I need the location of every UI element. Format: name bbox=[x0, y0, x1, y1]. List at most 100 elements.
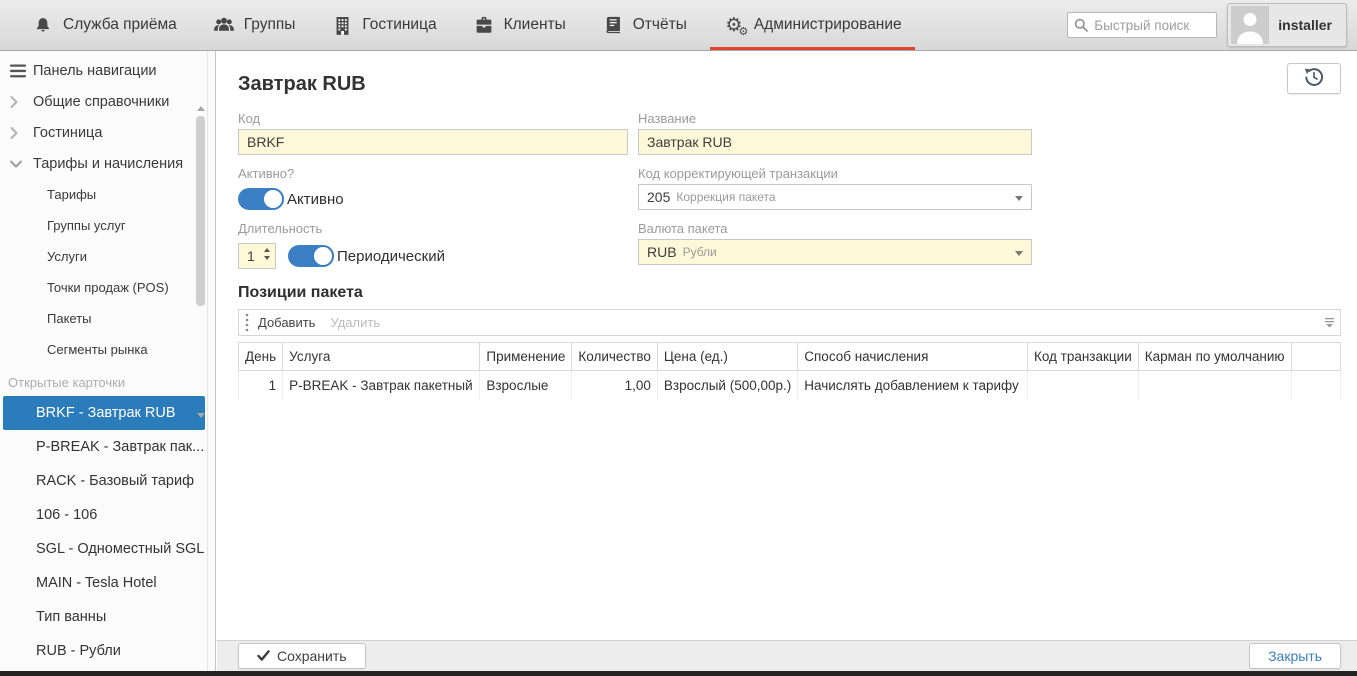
add-button[interactable]: Добавить bbox=[258, 315, 315, 330]
open-card-item[interactable]: P-BREAK - Завтрак пак... bbox=[0, 430, 215, 464]
tab-reception[interactable]: Служба приёма bbox=[14, 0, 195, 50]
code-field[interactable] bbox=[238, 129, 628, 155]
stepper-arrows[interactable] bbox=[264, 248, 270, 260]
remove-button[interactable]: Удалить bbox=[330, 315, 380, 330]
code-label: Код bbox=[238, 111, 628, 126]
name-field[interactable] bbox=[638, 129, 1032, 155]
active-label: Активно? bbox=[238, 166, 628, 181]
save-button-label: Сохранить bbox=[277, 648, 347, 664]
sidebar-item-label: Сегменты рынка bbox=[47, 342, 148, 357]
table-cell: Взрослый (500,00р.) bbox=[657, 371, 797, 401]
quick-search bbox=[1067, 12, 1217, 38]
tab-groups[interactable]: Группы bbox=[195, 0, 314, 50]
positions-table: ДеньУслугаПрименениеКоличествоЦена (ед.)… bbox=[238, 342, 1341, 400]
tab-label: Служба приёма bbox=[63, 16, 177, 34]
currency-select[interactable]: RUB Рубли bbox=[638, 239, 1032, 265]
positions-toolbar: Добавить Удалить bbox=[238, 309, 1341, 336]
sidebar-item-label: Общие справочники bbox=[33, 94, 169, 110]
sidebar-item[interactable]: Пакеты bbox=[0, 303, 215, 334]
tab-label: Администрирование bbox=[754, 16, 902, 34]
open-card-item[interactable]: BRKF - Завтрак RUB bbox=[3, 396, 205, 430]
duration-value: 1 bbox=[247, 248, 255, 264]
sidebar-item-label: Гостиница bbox=[33, 125, 102, 141]
table-cell bbox=[1138, 371, 1291, 401]
column-header[interactable] bbox=[1291, 343, 1340, 371]
active-toggle[interactable] bbox=[238, 188, 284, 210]
building-icon bbox=[331, 16, 353, 35]
tab-reports[interactable]: Отчёты bbox=[584, 0, 705, 50]
sidebar-item[interactable]: Панель навигации bbox=[0, 55, 215, 86]
search-input[interactable] bbox=[1067, 12, 1217, 38]
sidebar-item[interactable]: Группы услуг bbox=[0, 210, 215, 241]
column-header[interactable]: Способ начисления bbox=[798, 343, 1028, 371]
check-icon bbox=[257, 648, 270, 664]
correction-code-label: Код корректирующей транзакции bbox=[638, 166, 1032, 181]
active-toggle-label: Активно bbox=[287, 191, 344, 208]
sidebar-item[interactable]: Услуги bbox=[0, 241, 215, 272]
chevron-down-icon bbox=[1015, 251, 1023, 256]
sidebar-item[interactable]: Тарифы и начисления bbox=[0, 148, 215, 179]
sidebar-item[interactable]: Сегменты рынка bbox=[0, 334, 215, 365]
column-header[interactable]: Применение bbox=[480, 343, 572, 371]
currency-code-value: RUB bbox=[647, 244, 677, 260]
tab-clients[interactable]: Клиенты bbox=[455, 0, 584, 50]
currency-label: Валюта пакета bbox=[638, 221, 1032, 236]
open-card-item[interactable]: 106 - 106 bbox=[0, 498, 215, 532]
column-header[interactable]: Услуга bbox=[283, 343, 480, 371]
duration-label: Длительность bbox=[238, 221, 628, 236]
top-navigation-bar: Служба приёма Группы Гостиница КлиентыОтчёт… bbox=[0, 0, 1357, 51]
scroll-down-icon[interactable] bbox=[197, 413, 205, 418]
open-cards-list: BRKF - Завтрак RUBP-BREAK - Завтрак пак.… bbox=[0, 396, 215, 668]
history-button[interactable] bbox=[1287, 63, 1341, 94]
bell-icon bbox=[32, 16, 54, 35]
step-up-icon[interactable] bbox=[264, 248, 270, 252]
currency-desc: Рубли bbox=[683, 245, 717, 259]
topbar-right: installer bbox=[1067, 0, 1357, 50]
sidebar-item[interactable]: Гостиница bbox=[0, 117, 215, 148]
sidebar-item-label: Панель навигации bbox=[33, 63, 157, 79]
tab-label: Гостиница bbox=[362, 16, 436, 34]
close-button[interactable]: Закрыть bbox=[1249, 643, 1341, 669]
open-card-item[interactable]: Тип ванны bbox=[0, 600, 215, 634]
scroll-up-icon[interactable] bbox=[197, 106, 205, 111]
sidebar-item-label: Точки продаж (POS) bbox=[47, 280, 169, 295]
duration-stepper[interactable]: 1 bbox=[238, 243, 276, 269]
user-menu-button[interactable]: installer bbox=[1227, 3, 1347, 47]
sidebar-item-label: Тарифы bbox=[47, 187, 96, 202]
users-icon bbox=[213, 16, 235, 34]
column-header[interactable]: День bbox=[239, 343, 283, 371]
chevron-down-icon bbox=[1015, 196, 1023, 201]
table-row[interactable]: 1P-BREAK - Завтрак пакетныйВзрослые1,00В… bbox=[239, 371, 1341, 401]
page-title: Завтрак RUB bbox=[238, 73, 366, 96]
sidebar-item[interactable]: Тарифы bbox=[0, 179, 215, 210]
column-header[interactable]: Код транзакции bbox=[1027, 343, 1138, 371]
open-card-item[interactable]: SGL - Одноместный SGL bbox=[0, 532, 215, 566]
tab-hotel[interactable]: Гостиница bbox=[313, 0, 454, 50]
drag-handle-icon[interactable] bbox=[245, 313, 249, 333]
navigation-tree: Панель навигации Общие справочники Гостини… bbox=[0, 51, 215, 365]
save-button[interactable]: Сохранить bbox=[238, 643, 366, 669]
open-card-item[interactable]: MAIN - Tesla Hotel bbox=[0, 566, 215, 600]
sidebar-item[interactable]: Точки продаж (POS) bbox=[0, 272, 215, 303]
avatar bbox=[1231, 6, 1269, 44]
tab-administration[interactable]: ⚙⚙ Администрирование bbox=[705, 0, 920, 50]
column-header[interactable]: Цена (ед.) bbox=[657, 343, 797, 371]
open-card-item[interactable]: RACK - Базовый тариф bbox=[0, 464, 215, 498]
scrollbar-thumb[interactable] bbox=[196, 116, 205, 306]
sidebar-scrollbar[interactable] bbox=[196, 106, 206, 418]
chevron-right-icon bbox=[10, 127, 33, 139]
sidebar-item-label: Услуги bbox=[47, 249, 87, 264]
column-header[interactable]: Количество bbox=[572, 343, 658, 371]
correction-code-select[interactable]: 205 Коррекция пакета bbox=[638, 184, 1032, 210]
toolbar-overflow-icon[interactable] bbox=[1324, 317, 1335, 328]
gears-icon: ⚙⚙ bbox=[723, 16, 745, 35]
column-header[interactable]: Карман по умолчанию bbox=[1138, 343, 1291, 371]
package-form: Код Название Активно? Активно Код корр bbox=[238, 100, 1341, 269]
step-down-icon[interactable] bbox=[264, 256, 270, 260]
table-cell bbox=[1027, 371, 1138, 401]
open-card-item[interactable]: RUB - Рубли bbox=[0, 634, 215, 668]
sidebar-item[interactable]: Общие справочники bbox=[0, 86, 215, 117]
periodic-toggle[interactable] bbox=[288, 245, 334, 267]
periodic-toggle-label: Периодический bbox=[337, 248, 445, 265]
search-icon bbox=[1074, 18, 1088, 37]
